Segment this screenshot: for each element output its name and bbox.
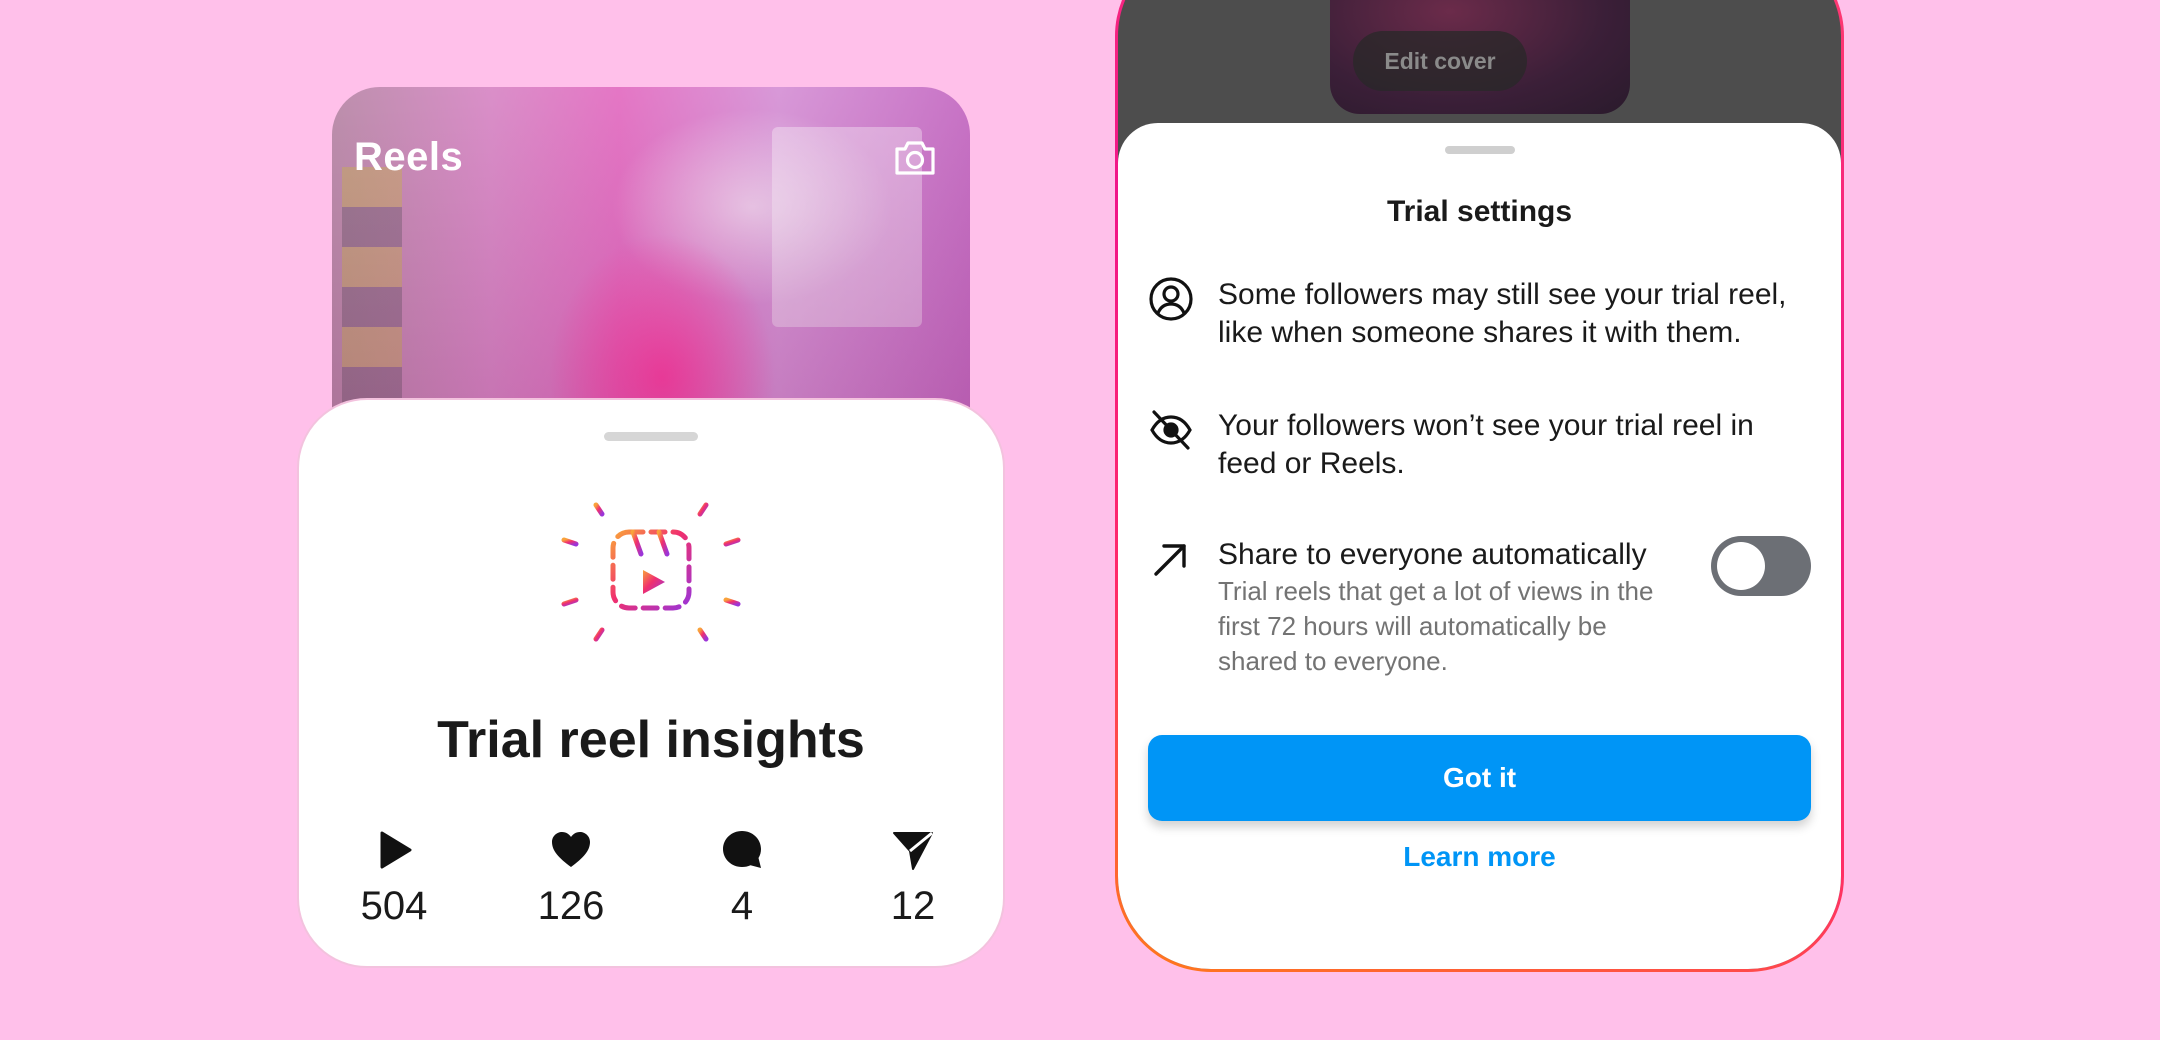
arrow-up-right-icon [1154, 544, 1186, 576]
stat-comments: 4 [672, 828, 812, 929]
stat-value: 504 [360, 884, 428, 928]
heart-icon [552, 832, 590, 867]
camera-icon[interactable] [892, 135, 938, 181]
settings-item: Some followers may still see your trial … [1148, 276, 1811, 356]
stat-shares: 12 [843, 828, 983, 929]
share-automatically-toggle[interactable] [1711, 536, 1811, 596]
sheet-handle[interactable] [1444, 146, 1515, 154]
play-icon [380, 831, 412, 869]
settings-item-share-automatically: Share to everyone automatically Trial re… [1148, 536, 1811, 676]
eye-off-icon [1150, 410, 1192, 450]
trial-settings-sheet: Trial settings Some followers may still … [1118, 123, 1841, 969]
share-icon [893, 831, 933, 870]
settings-item-subtext: Trial reels that get a lot of views in t… [1218, 576, 1654, 676]
comment-icon [723, 831, 761, 868]
reel-cover-thumbnail[interactable]: Edit cover [1330, 0, 1630, 114]
reel-preview[interactable]: Reels [332, 87, 970, 437]
phone-frame: Edit cover Trial settings Some followers… [1115, 0, 1844, 972]
sheet-handle[interactable] [604, 432, 698, 441]
insights-title: Trial reel insights [437, 711, 865, 769]
trial-reels-icon [561, 482, 741, 662]
settings-item: Your followers won’t see your trial reel… [1148, 407, 1811, 487]
stat-value: 4 [730, 884, 754, 928]
trial-reel-insights-card: Trial reel insights 504 126 4 12 [297, 398, 1005, 968]
edit-cover-button[interactable]: Edit cover [1353, 31, 1527, 91]
got-it-button[interactable]: Got it [1148, 735, 1811, 821]
stat-value: 12 [890, 884, 936, 928]
reels-title: Reels [354, 135, 464, 179]
toggle-knob [1717, 542, 1765, 590]
user-circle-icon [1149, 277, 1193, 321]
stat-likes: 126 [501, 828, 641, 929]
settings-item-label: Share to everyone automatically [1218, 538, 1647, 571]
sheet-title: Trial settings [1386, 195, 1573, 228]
stat-value: 126 [537, 884, 605, 928]
stat-plays: 504 [324, 828, 464, 929]
settings-item-text: Some followers may still see your trial … [1218, 278, 1787, 349]
settings-item-text: Your followers won’t see your trial reel… [1218, 409, 1754, 480]
stats-row: 504 126 4 12 [299, 828, 1003, 938]
learn-more-link[interactable]: Learn more [1118, 841, 1841, 873]
phone-screen: Edit cover Trial settings Some followers… [1118, 0, 1841, 969]
